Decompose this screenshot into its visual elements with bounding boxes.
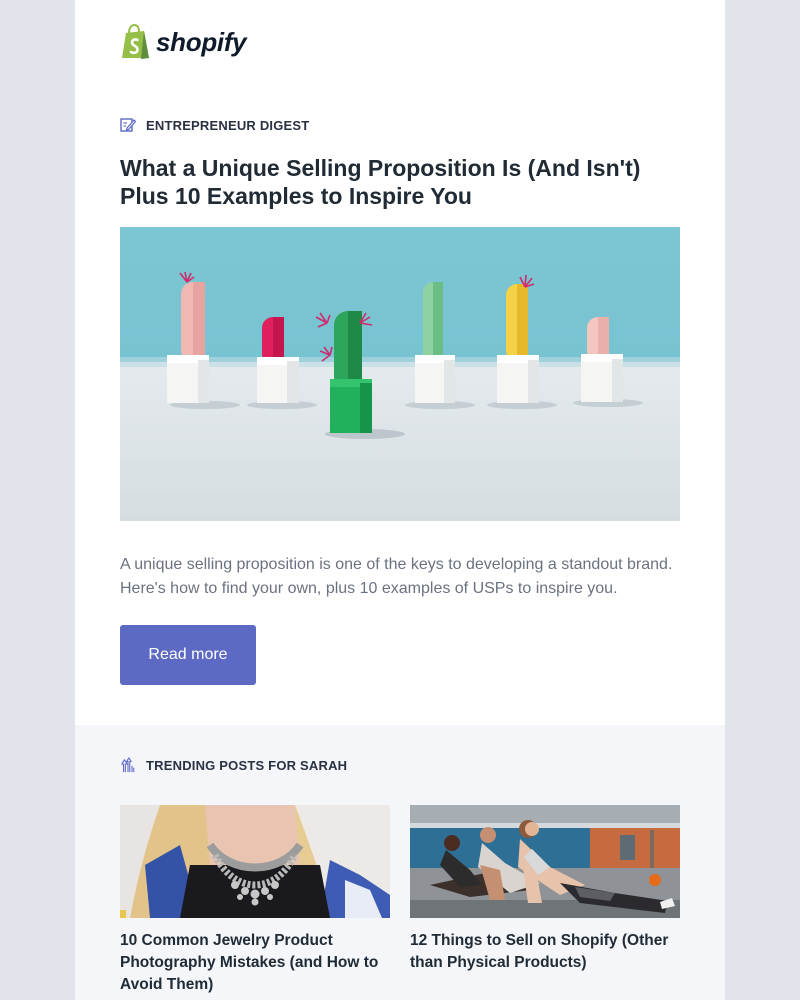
trending-label: TRENDING POSTS FOR SARAH [120,757,347,773]
shopping-bag-icon [122,24,149,59]
trending-post-title[interactable]: 12 Things to Sell on Shopify (Other than… [410,930,680,974]
jewelry-necklace-image[interactable] [120,805,390,918]
article-summary: A unique selling proposition is one of t… [120,556,673,597]
article-title[interactable]: What a Unique Selling Proposition Is (An… [120,154,680,210]
trending-post-title[interactable]: 10 Common Jewelry Product Photography Mi… [120,930,390,996]
yoga-class-image[interactable] [410,805,680,918]
email-container: shopify ENTREPRENEUR DIGEST What a Uniqu… [75,0,725,1000]
read-more-button[interactable]: Read more [120,625,256,685]
trending-post-card[interactable]: 12 Things to Sell on Shopify (Other than… [410,805,680,974]
trending-post-card[interactable]: 10 Common Jewelry Product Photography Mi… [120,805,390,996]
trending-arrows-icon [121,757,135,773]
trending-label-text: TRENDING POSTS FOR SARAH [146,757,348,773]
hero-cactus-image[interactable] [120,227,680,521]
digest-label-text: ENTREPRENEUR DIGEST [146,117,310,133]
digest-label: ENTREPRENEUR DIGEST [120,117,309,133]
shopify-logo[interactable]: shopify [120,24,247,60]
edit-note-icon [120,118,136,132]
brand-name: shopify [156,26,247,57]
trending-section: TRENDING POSTS FOR SARAH 10 Common Jewel… [75,725,725,1000]
